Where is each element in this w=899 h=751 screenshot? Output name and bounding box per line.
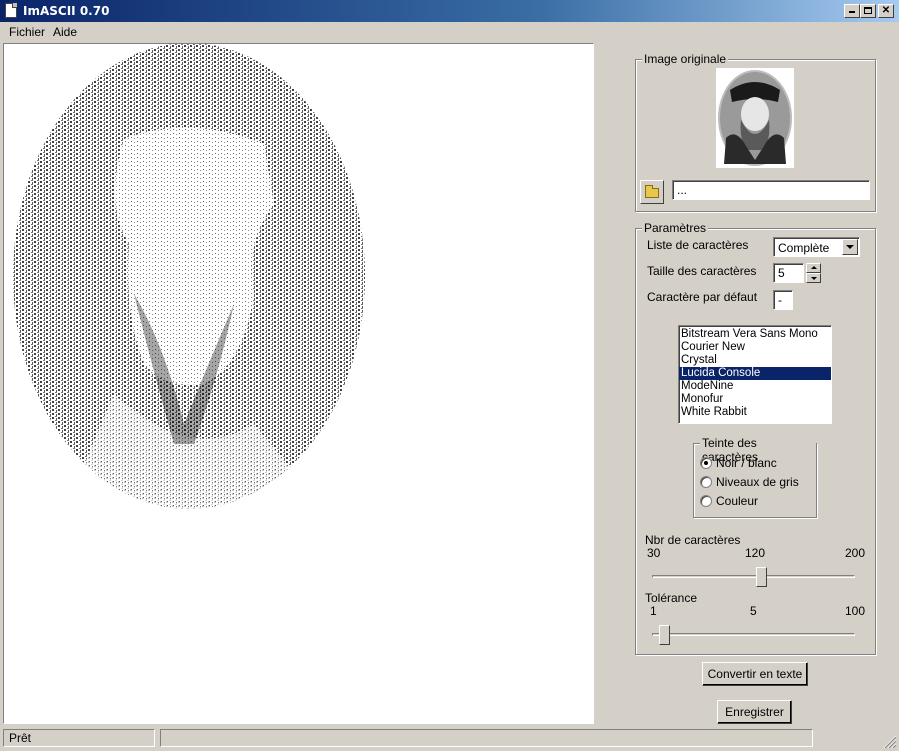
browse-image-button[interactable] (640, 180, 664, 204)
status-panel: Prêt (3, 729, 155, 747)
minimize-button[interactable] (844, 4, 860, 18)
tolerance-label: Tolérance (645, 591, 698, 605)
image-path-field[interactable]: ... (672, 180, 870, 200)
resize-grip-icon[interactable] (883, 735, 897, 749)
font-list-item[interactable]: ModeNine (679, 380, 831, 393)
menu-fichier[interactable]: Fichier (9, 25, 45, 39)
char-size-field[interactable]: 5 (773, 263, 804, 283)
char-count-max: 200 (845, 546, 866, 560)
font-list-item-selected[interactable]: Lucida Console (679, 367, 831, 380)
char-list-value: Complète (778, 241, 830, 255)
radio-label: Noir / blanc (716, 456, 777, 470)
default-char-label: Caractère par défaut (647, 290, 758, 304)
font-list-item[interactable]: Bitstream Vera Sans Mono (679, 328, 831, 341)
radio-unchecked-icon[interactable] (700, 476, 712, 488)
radio-unchecked-icon[interactable] (700, 495, 712, 507)
ascii-art-image (13, 44, 365, 509)
spin-down-icon[interactable] (806, 273, 821, 283)
status-bar: Prêt (0, 727, 899, 751)
spin-up-icon[interactable] (806, 263, 821, 273)
convert-button[interactable]: Convertir en texte (702, 662, 808, 686)
radio-label: Niveaux de gris (716, 475, 799, 489)
radio-checked-icon[interactable] (700, 457, 712, 469)
tolerance-slider-track[interactable] (652, 633, 855, 636)
font-list[interactable]: Bitstream Vera Sans Mono Courier New Cry… (678, 325, 832, 424)
tolerance-slider-thumb[interactable] (658, 625, 670, 645)
char-count-slider-thumb[interactable] (755, 567, 767, 587)
char-count-label: Nbr de caractères (645, 533, 741, 547)
ascii-output-area[interactable] (3, 43, 594, 724)
char-size-label: Taille des caractères (647, 264, 757, 278)
menu-bar: Fichier Aide (0, 22, 899, 42)
char-list-label: Liste de caractères (647, 238, 749, 252)
close-button[interactable]: ✕ (878, 4, 894, 18)
chevron-down-icon[interactable] (842, 239, 858, 255)
parameters-label: Paramètres (642, 221, 709, 235)
title-bar[interactable]: ImASCII 0.70 ✕ (0, 0, 899, 22)
font-list-item[interactable]: Courier New (679, 341, 831, 354)
status-panel-empty (816, 729, 880, 747)
original-image-preview (716, 68, 794, 168)
status-text: Prêt (9, 731, 32, 745)
font-list-item[interactable]: Crystal (679, 354, 831, 367)
tolerance-max: 100 (845, 604, 866, 618)
tolerance-mid: 5 (750, 604, 757, 618)
maximize-button[interactable] (860, 4, 876, 18)
radio-label: Couleur (716, 494, 759, 508)
folder-icon (645, 185, 659, 198)
tolerance-min: 1 (650, 604, 657, 618)
window-title: ImASCII 0.70 (23, 4, 110, 18)
app-icon (5, 3, 17, 18)
font-list-item[interactable]: White Rabbit (679, 406, 831, 419)
save-button[interactable]: Enregistrer (717, 700, 792, 724)
char-count-mid: 120 (745, 546, 766, 560)
char-list-select[interactable]: Complète (773, 237, 860, 257)
menu-aide[interactable]: Aide (53, 25, 77, 39)
char-count-slider-track[interactable] (652, 575, 855, 578)
default-char-field[interactable]: - (773, 290, 793, 310)
original-image-label: Image originale (642, 52, 729, 66)
char-count-min: 30 (647, 546, 661, 560)
progress-panel (160, 729, 813, 747)
char-size-stepper[interactable] (806, 263, 821, 283)
font-list-item[interactable]: Monofur (679, 393, 831, 406)
